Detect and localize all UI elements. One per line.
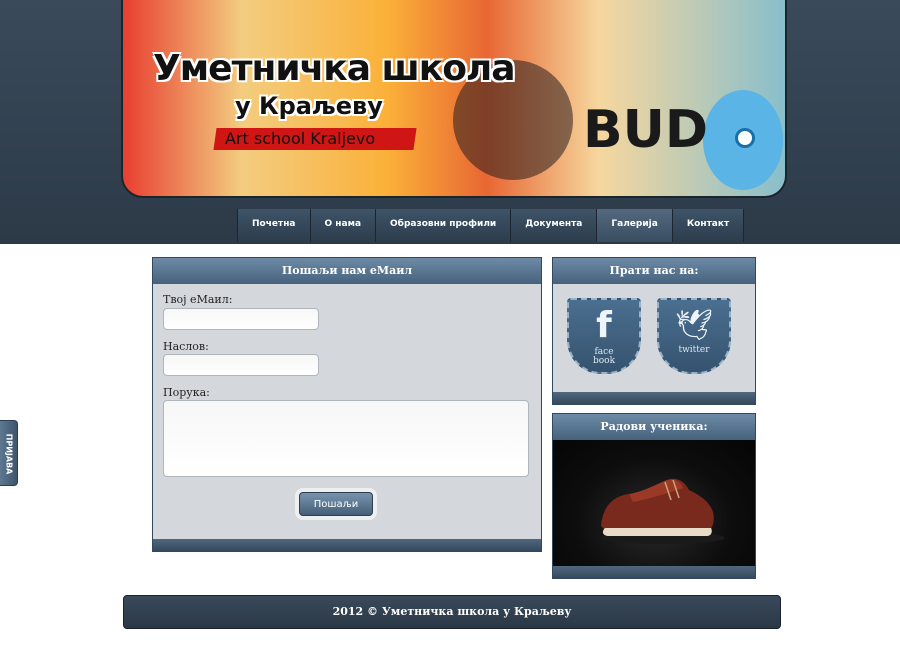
nav-item-contact[interactable]: Контакт <box>672 209 745 242</box>
site-english-name: Art school Kraljevo <box>225 129 376 148</box>
site-title: Уметничка школа <box>153 48 516 89</box>
subject-label: Наслов: <box>163 340 209 353</box>
student-works-heading: Радови ученика: <box>553 414 755 440</box>
twitter-label: twitter <box>678 345 710 355</box>
contact-form-footer-bar <box>153 539 541 551</box>
banner-eye <box>735 128 755 148</box>
message-label: Порука: <box>163 386 210 399</box>
site-subtitle: у Краљеву <box>235 92 383 120</box>
student-works-footer-bar <box>553 566 755 578</box>
facebook-label-line2: book <box>592 356 616 366</box>
nav-item-profiles[interactable]: Образовни профили <box>376 209 512 242</box>
login-tab-label: ПРИЈАВА <box>4 433 14 475</box>
nav-item-about[interactable]: О нама <box>310 209 377 242</box>
twitter-bird-icon: 🕊 <box>674 308 714 343</box>
email-field[interactable] <box>163 308 319 330</box>
follow-us-panel: Прати нас на: f face book 🕊 twitter <box>552 257 756 405</box>
facebook-link[interactable]: f face book <box>567 298 641 374</box>
email-label: Твој еМаил: <box>163 293 233 306</box>
student-works-panel: Радови ученика: <box>552 413 756 579</box>
nav-item-home[interactable]: Почетна <box>238 209 311 242</box>
contact-form-heading: Пошаљи нам еМаил <box>153 258 541 284</box>
student-work-image[interactable] <box>553 440 755 566</box>
copyright-text: 2012 © Уметничка школа у Краљеву <box>332 605 572 618</box>
sneaker-icon <box>601 478 725 544</box>
nav-item-documents[interactable]: Документа <box>511 209 598 242</box>
banner-graffiti: BUD <box>583 100 709 160</box>
message-textarea[interactable] <box>163 400 529 477</box>
follow-us-heading: Прати нас на: <box>553 258 755 284</box>
follow-us-footer-bar <box>553 392 755 404</box>
login-tab[interactable]: ПРИЈАВА <box>0 420 18 486</box>
facebook-icon: f <box>596 305 612 346</box>
twitter-link[interactable]: 🕊 twitter <box>657 298 731 374</box>
contact-form-panel: Пошаљи нам еМаил Твој еМаил: Наслов: Пор… <box>152 257 542 552</box>
send-button[interactable]: Пошаљи <box>299 492 373 516</box>
subject-field[interactable] <box>163 354 319 376</box>
header-banner: Уметничка школа у Краљеву Art school Kra… <box>121 0 787 198</box>
main-nav: Почетна О нама Образовни профили Докумен… <box>237 209 745 242</box>
nav-item-gallery[interactable]: Галерија <box>597 209 673 242</box>
page-footer: 2012 © Уметничка школа у Краљеву <box>123 595 781 629</box>
